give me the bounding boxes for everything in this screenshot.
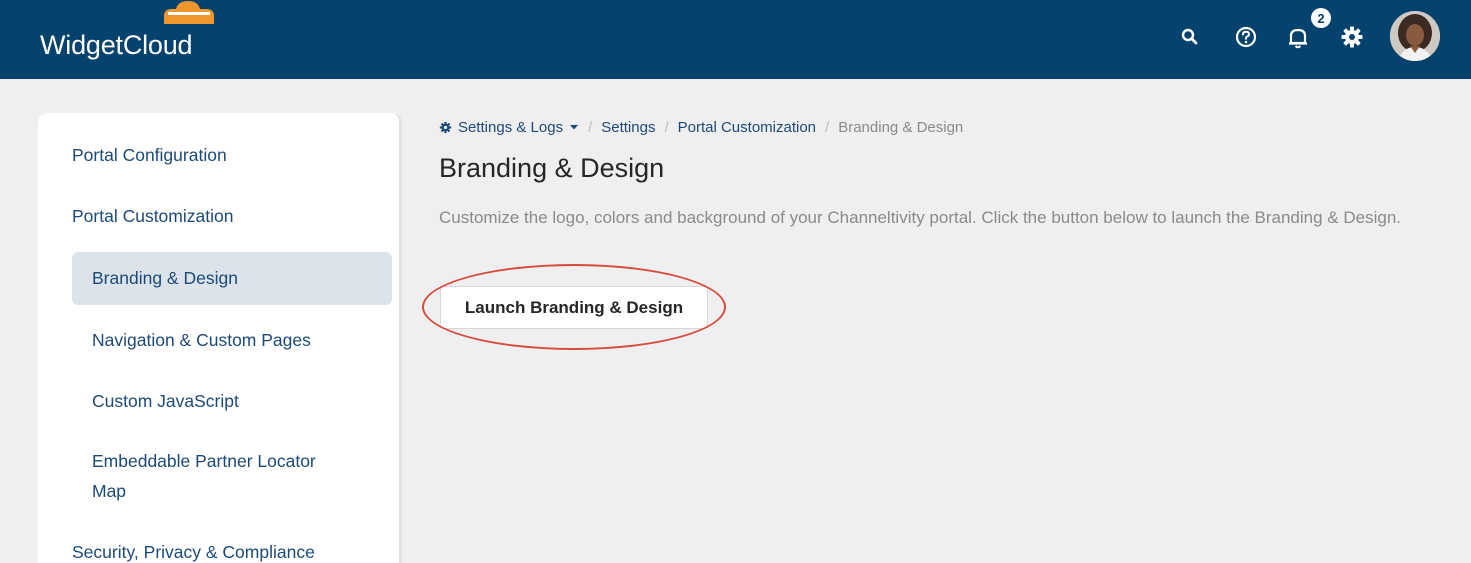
- sidebar-item-embeddable-partner-locator[interactable]: Embeddable Partner Locator: [92, 446, 316, 476]
- sidebar-item-embeddable-partner-locator-map[interactable]: Map: [92, 476, 126, 506]
- sidebar-item-security-privacy-compliance[interactable]: Security, Privacy & Compliance: [72, 537, 315, 563]
- breadcrumb-separator: /: [588, 118, 593, 136]
- notification-badge: 2: [1311, 8, 1331, 28]
- avatar[interactable]: [1390, 11, 1440, 61]
- sidebar-item-navigation-custom-pages[interactable]: Navigation & Custom Pages: [92, 325, 311, 355]
- breadcrumb: Settings & Logs / Settings / Portal Cust…: [439, 116, 963, 138]
- launch-branding-design-button[interactable]: Launch Branding & Design: [440, 286, 708, 329]
- breadcrumb-current: Branding & Design: [838, 118, 964, 136]
- sidebar-item-portal-customization[interactable]: Portal Customization: [72, 201, 233, 231]
- breadcrumb-settings[interactable]: Settings: [601, 119, 655, 136]
- gear-icon: [439, 121, 452, 133]
- app-name: WidgetCloud: [40, 30, 193, 60]
- bell-icon[interactable]: [1283, 22, 1313, 52]
- breadcrumb-separator: /: [825, 118, 830, 136]
- sidebar-item-custom-javascript[interactable]: Custom JavaScript: [92, 386, 239, 416]
- settings-sidebar: Portal Configuration Portal Customizatio…: [38, 113, 402, 563]
- cloud-logo-icon: [164, 1, 214, 24]
- gear-icon[interactable]: [1337, 22, 1367, 52]
- page-description: Customize the logo, colors and backgroun…: [439, 208, 1401, 227]
- caret-down-icon: [570, 125, 579, 130]
- breadcrumb-separator: /: [664, 118, 669, 136]
- search-icon[interactable]: [1175, 22, 1205, 52]
- breadcrumb-settings-logs[interactable]: Settings & Logs: [439, 119, 579, 136]
- breadcrumb-root-label: Settings & Logs: [458, 118, 564, 136]
- breadcrumb-portal-customization[interactable]: Portal Customization: [678, 119, 816, 136]
- page-title: Branding & Design: [439, 153, 665, 183]
- top-bar: WidgetCloud 2: [0, 0, 1471, 79]
- help-icon[interactable]: [1231, 22, 1261, 52]
- sidebar-item-portal-configuration[interactable]: Portal Configuration: [72, 140, 227, 170]
- sidebar-item-branding-design[interactable]: Branding & Design: [92, 263, 238, 293]
